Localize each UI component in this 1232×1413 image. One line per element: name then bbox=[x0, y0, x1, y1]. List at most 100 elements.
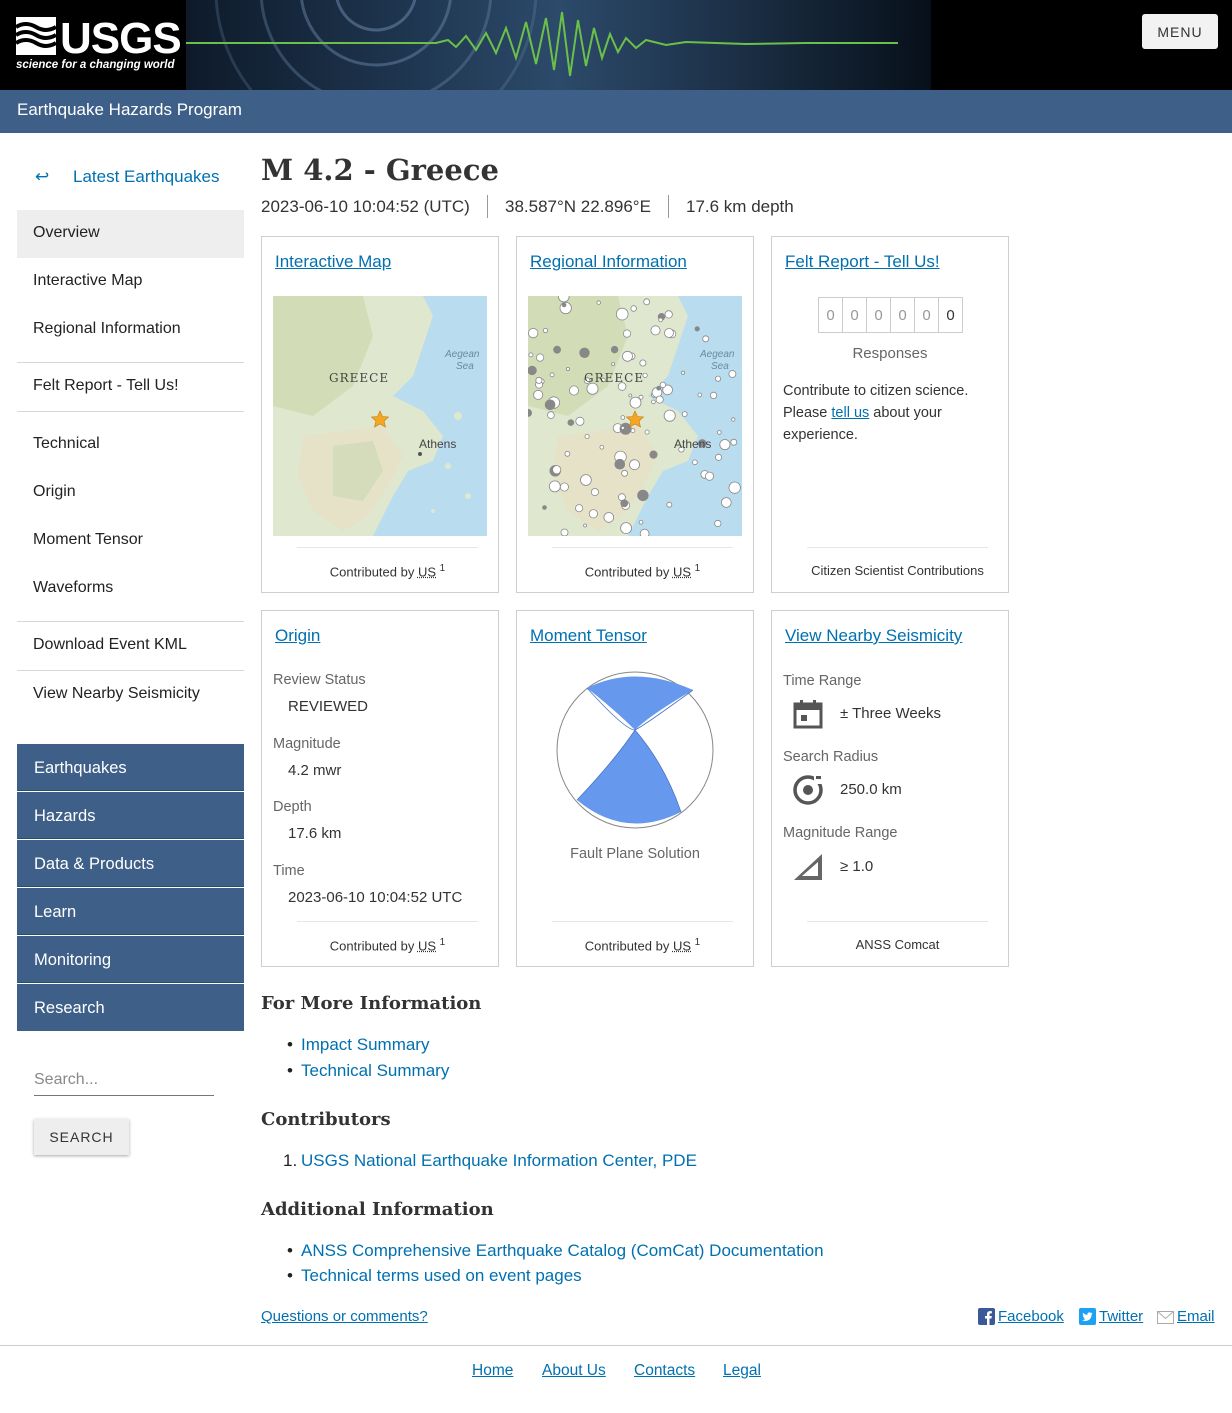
search-input[interactable] bbox=[34, 1065, 214, 1096]
nav-hazards[interactable]: Hazards bbox=[17, 792, 244, 839]
additional-info-heading: Additional Information bbox=[261, 1199, 494, 1220]
email-link[interactable]: Email bbox=[1177, 1308, 1215, 1325]
card-footer: Contributed by US 1 bbox=[297, 547, 478, 592]
usgs-logo[interactable]: USGS science for a changing world bbox=[0, 0, 186, 90]
depth-label: Depth bbox=[273, 799, 312, 815]
sidebar-item-technical[interactable]: Technical bbox=[17, 421, 244, 469]
twitter-link[interactable]: Twitter bbox=[1099, 1308, 1143, 1325]
nav-learn[interactable]: Learn bbox=[17, 888, 244, 935]
regional-information-link[interactable]: Regional Information bbox=[530, 252, 687, 272]
regional-information-card: Regional Information GREECE Aegean Sea A… bbox=[516, 236, 754, 593]
regional-map-thumbnail[interactable]: GREECE Aegean Sea Athens bbox=[528, 296, 742, 536]
footer-legal-link[interactable]: Legal bbox=[723, 1362, 761, 1380]
seismicity-dot bbox=[622, 350, 633, 362]
facebook-icon[interactable] bbox=[978, 1308, 995, 1325]
calendar-icon bbox=[793, 700, 823, 729]
seismicity-dot bbox=[579, 347, 590, 359]
interactive-map-thumbnail[interactable]: GREECE Aegean Sea Athens bbox=[273, 296, 487, 536]
tell-us-link[interactable]: tell us bbox=[831, 405, 869, 421]
seismicity-dot bbox=[655, 395, 664, 404]
seismicity-dot bbox=[637, 489, 649, 502]
counter-digit: 0 bbox=[891, 298, 915, 332]
nearby-seismicity-link[interactable]: View Nearby Seismicity bbox=[785, 626, 962, 646]
contributor-abbr[interactable]: US bbox=[418, 938, 436, 953]
contributor-abbr[interactable]: US bbox=[673, 938, 691, 953]
felt-report-link[interactable]: Felt Report - Tell Us! bbox=[785, 252, 940, 272]
sidebar-item-interactive-map[interactable]: Interactive Map bbox=[17, 258, 244, 306]
time-range-value: ± Three Weeks bbox=[840, 705, 942, 722]
sidebar-item-download-kml[interactable]: Download Event KML bbox=[17, 622, 244, 670]
counter-digit: 0 bbox=[867, 298, 891, 332]
seismicity-dot bbox=[622, 329, 632, 338]
footer-home-link[interactable]: Home bbox=[472, 1362, 513, 1380]
seismicity-dot bbox=[560, 528, 569, 536]
footer-about-us-link[interactable]: About Us bbox=[542, 1362, 606, 1380]
contributor-abbr[interactable]: US bbox=[418, 564, 436, 579]
moment-tensor-card: Moment Tensor Fault Plane Solution Contr… bbox=[516, 610, 754, 967]
seismicity-dot bbox=[599, 445, 605, 450]
twitter-icon[interactable] bbox=[1079, 1308, 1096, 1325]
contributor-neic-link[interactable]: USGS National Earthquake Information Cen… bbox=[301, 1151, 697, 1171]
sidebar-item-regional-information[interactable]: Regional Information bbox=[17, 306, 244, 354]
seismicity-dot bbox=[549, 372, 555, 378]
sidebar-divider bbox=[17, 411, 244, 412]
meta-divider bbox=[668, 195, 669, 218]
comcat-documentation-link[interactable]: ANSS Comprehensive Earthquake Catalog (C… bbox=[301, 1241, 824, 1261]
moment-tensor-link[interactable]: Moment Tensor bbox=[530, 626, 647, 646]
origin-link[interactable]: Origin bbox=[275, 626, 320, 646]
seismicity-dot bbox=[596, 300, 601, 305]
beachball-icon[interactable] bbox=[555, 670, 715, 830]
seismicity-dot bbox=[659, 381, 667, 389]
seismicity-dot bbox=[681, 411, 688, 417]
seismicity-dot bbox=[611, 362, 615, 366]
contributed-by-label: Contributed by bbox=[329, 938, 415, 954]
seismicity-dot bbox=[528, 365, 537, 376]
latest-earthquakes-link[interactable]: ↩ Latest Earthquakes bbox=[17, 167, 244, 191]
sidebar-item-nearby-seismicity[interactable]: View Nearby Seismicity bbox=[17, 671, 244, 719]
seismicity-dot bbox=[638, 520, 644, 525]
seismicity-dot bbox=[535, 376, 543, 384]
time-range-label: Time Range bbox=[783, 673, 862, 689]
email-icon[interactable] bbox=[1157, 1309, 1174, 1326]
seismicity-dot bbox=[704, 471, 714, 481]
sidebar-item-felt-report[interactable]: Felt Report - Tell Us! bbox=[17, 363, 244, 411]
more-info-heading: For More Information bbox=[261, 993, 482, 1014]
seismicity-dot bbox=[666, 501, 673, 508]
seismicity-dot bbox=[620, 415, 626, 420]
review-status-label: Review Status bbox=[273, 672, 366, 688]
technical-terms-link[interactable]: Technical terms used on event pages bbox=[301, 1266, 582, 1286]
technical-summary-link[interactable]: Technical Summary bbox=[301, 1061, 449, 1081]
contributor-abbr[interactable]: US bbox=[673, 564, 691, 579]
menu-button[interactable]: MENU bbox=[1142, 14, 1218, 49]
seismogram-graphic bbox=[186, 0, 898, 90]
meta-divider bbox=[487, 195, 488, 218]
nav-research[interactable]: Research bbox=[17, 984, 244, 1031]
questions-link[interactable]: Questions or comments? bbox=[261, 1308, 428, 1325]
search-button[interactable]: SEARCH bbox=[34, 1119, 129, 1155]
magnitude-value: 4.2 mwr bbox=[288, 762, 342, 779]
seismicity-dot bbox=[620, 499, 629, 508]
sidebar-item-moment-tensor[interactable]: Moment Tensor bbox=[17, 517, 244, 565]
seismicity-dot bbox=[621, 469, 628, 477]
nav-monitoring[interactable]: Monitoring bbox=[17, 936, 244, 983]
seismicity-dot bbox=[610, 345, 619, 354]
seismicity-dot bbox=[639, 359, 647, 367]
footer-contacts-link[interactable]: Contacts bbox=[634, 1362, 695, 1380]
contributors-heading: Contributors bbox=[261, 1109, 391, 1130]
sidebar-item-overview[interactable]: Overview bbox=[17, 210, 244, 258]
nav-earthquakes[interactable]: Earthquakes bbox=[17, 744, 244, 791]
response-counter: 0 0 0 0 0 0 bbox=[818, 297, 963, 333]
seismicity-dot bbox=[717, 430, 722, 435]
interactive-map-link[interactable]: Interactive Map bbox=[275, 252, 391, 272]
sidebar-item-origin[interactable]: Origin bbox=[17, 469, 244, 517]
facebook-link[interactable]: Facebook bbox=[998, 1308, 1064, 1325]
seismicity-dot bbox=[547, 411, 555, 419]
nav-data-products[interactable]: Data & Products bbox=[17, 840, 244, 887]
sidebar-item-waveforms[interactable]: Waveforms bbox=[17, 565, 244, 613]
impact-summary-link[interactable]: Impact Summary bbox=[301, 1035, 429, 1055]
seismicity-dot bbox=[714, 519, 722, 528]
program-title-link[interactable]: Earthquake Hazards Program bbox=[17, 100, 242, 120]
seismicity-dot bbox=[548, 480, 561, 493]
seismicity-dot bbox=[620, 522, 632, 535]
seismicity-dot bbox=[580, 474, 592, 486]
